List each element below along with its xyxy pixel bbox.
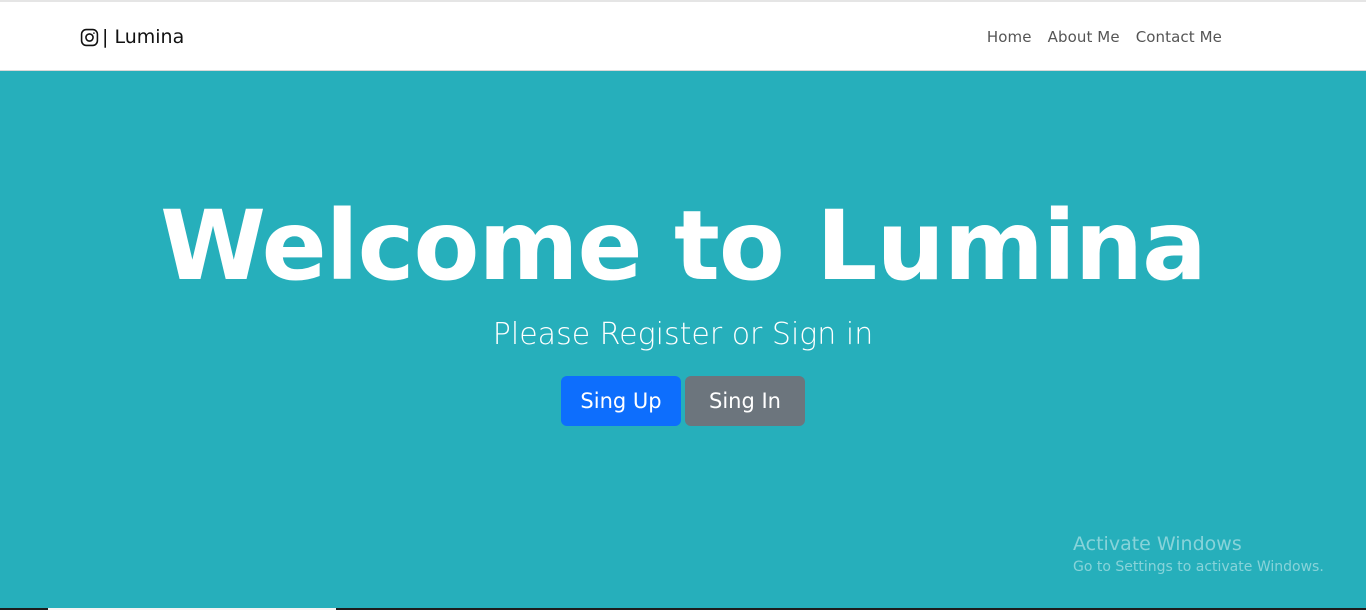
watermark-subtitle: Go to Settings to activate Windows. <box>1073 559 1324 575</box>
activate-windows-watermark: Activate Windows Go to Settings to activ… <box>1073 533 1324 575</box>
sign-up-button[interactable]: Sing Up <box>561 376 681 426</box>
sign-in-button[interactable]: Sing In <box>685 376 805 426</box>
brand-link[interactable]: | Lumina <box>80 26 184 48</box>
hero-buttons: Sing Up Sing In <box>561 376 805 426</box>
nav-link-contact[interactable]: Contact Me <box>1136 28 1222 46</box>
hero-section: Welcome to Lumina Please Register or Sig… <box>0 71 1366 609</box>
navbar: | Lumina Home About Me Contact Me <box>0 2 1366 71</box>
nav-link-home[interactable]: Home <box>987 28 1032 46</box>
watermark-title: Activate Windows <box>1073 533 1242 555</box>
instagram-icon <box>80 28 99 46</box>
hero-title: Welcome to Lumina <box>160 190 1207 302</box>
hero-subtitle: Please Register or Sign in <box>492 317 874 352</box>
nav-link-about[interactable]: About Me <box>1048 28 1120 46</box>
brand-text: | Lumina <box>102 26 185 48</box>
nav-links: Home About Me Contact Me <box>987 28 1222 46</box>
